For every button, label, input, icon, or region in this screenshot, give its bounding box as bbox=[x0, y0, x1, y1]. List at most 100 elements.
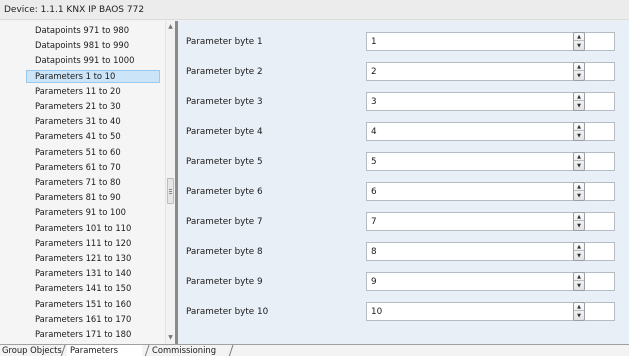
device-label: Device: 1.1.1 KNX IP BAOS 772 bbox=[4, 5, 145, 15]
parameter-value: 3 bbox=[371, 97, 377, 107]
spin-button-icon[interactable]: ▲ ▼ bbox=[573, 182, 585, 201]
parameter-row: Parameter byte 10 10 ▲ ▼ bbox=[178, 297, 629, 327]
tree-item[interactable]: Parameters 61 to 70 bbox=[26, 161, 160, 174]
tab-parameters[interactable]: Parameters bbox=[67, 345, 142, 356]
grip-line bbox=[169, 189, 172, 190]
tree-item[interactable]: Parameters 71 to 80 bbox=[26, 176, 160, 189]
tree-item[interactable]: Parameters 161 to 170 bbox=[26, 313, 160, 326]
spin-up-icon[interactable]: ▲ bbox=[574, 153, 584, 161]
parameter-value: 6 bbox=[371, 187, 377, 197]
parameter-label: Parameter byte 3 bbox=[186, 97, 263, 107]
spin-button-icon[interactable]: ▲ ▼ bbox=[573, 152, 585, 171]
tab-label: Commissioning bbox=[152, 345, 217, 355]
parameter-value: 10 bbox=[371, 307, 383, 317]
tree-item[interactable]: Datapoints 991 to 1000 bbox=[26, 54, 160, 67]
parameter-panel: Parameter byte 1 1 ▲ ▼ Parameter byte 2 2 ▲ ▼ Pa… bbox=[178, 21, 629, 344]
grip-line bbox=[169, 193, 172, 194]
parameter-label: Parameter byte 10 bbox=[186, 307, 269, 317]
parameter-row: Parameter byte 4 4 ▲ ▼ bbox=[178, 117, 629, 147]
tree-item[interactable]: Parameters 131 to 140 bbox=[26, 267, 160, 280]
spin-down-icon[interactable]: ▼ bbox=[574, 252, 584, 260]
spin-button-icon[interactable]: ▲ ▼ bbox=[573, 92, 585, 111]
spin-up-icon[interactable]: ▲ bbox=[574, 273, 584, 281]
parameter-value: 5 bbox=[371, 157, 377, 167]
spin-up-icon[interactable]: ▲ bbox=[574, 243, 584, 251]
spin-down-icon[interactable]: ▼ bbox=[574, 222, 584, 230]
tab-separator bbox=[60, 345, 66, 356]
parameter-label: Parameter byte 9 bbox=[186, 277, 263, 287]
parameter-row: Parameter byte 6 6 ▲ ▼ bbox=[178, 177, 629, 207]
spin-down-icon[interactable]: ▼ bbox=[574, 132, 584, 140]
spin-up-icon[interactable]: ▲ bbox=[574, 213, 584, 221]
scrollbar-thumb[interactable] bbox=[167, 178, 174, 204]
spin-down-icon[interactable]: ▼ bbox=[574, 162, 584, 170]
tree-scrollbar[interactable]: ▲ ▼ bbox=[165, 21, 175, 344]
tree-item[interactable]: Parameters 121 to 130 bbox=[26, 252, 160, 265]
tree-item[interactable]: Parameters 51 to 60 bbox=[26, 146, 160, 159]
spin-up-icon[interactable]: ▲ bbox=[574, 33, 584, 41]
bottom-tab-bar: Group Objects Parameters Commissioning bbox=[0, 344, 629, 356]
tree-item[interactable]: Parameters 31 to 40 bbox=[26, 115, 160, 128]
spin-down-icon[interactable]: ▼ bbox=[574, 312, 584, 320]
parameter-row: Parameter byte 1 1 ▲ ▼ bbox=[178, 27, 629, 57]
tree-item[interactable]: Parameters 151 to 160 bbox=[26, 298, 160, 311]
tree-item[interactable]: Parameters 101 to 110 bbox=[26, 222, 160, 235]
scroll-down-arrow-icon[interactable]: ▼ bbox=[166, 333, 175, 343]
tree-item[interactable]: Parameters 11 to 20 bbox=[26, 85, 160, 98]
spin-up-icon[interactable]: ▲ bbox=[574, 123, 584, 131]
parameter-value: 1 bbox=[371, 37, 377, 47]
spin-down-icon[interactable]: ▼ bbox=[574, 192, 584, 200]
spin-button-icon[interactable]: ▲ ▼ bbox=[573, 272, 585, 291]
device-header: Device: 1.1.1 KNX IP BAOS 772 bbox=[0, 0, 629, 20]
tab-commissioning[interactable]: Commissioning bbox=[152, 345, 216, 356]
grip-line bbox=[169, 191, 172, 192]
spin-button-icon[interactable]: ▲ ▼ bbox=[573, 32, 585, 51]
spin-down-icon[interactable]: ▼ bbox=[574, 102, 584, 110]
parameter-row: Parameter byte 5 5 ▲ ▼ bbox=[178, 147, 629, 177]
spin-up-icon[interactable]: ▲ bbox=[574, 183, 584, 191]
tab-separator bbox=[228, 345, 234, 356]
tab-label: Group Objects bbox=[2, 345, 62, 355]
parameter-label: Parameter byte 6 bbox=[186, 187, 263, 197]
tree-item[interactable]: Parameters 41 to 50 bbox=[26, 130, 160, 143]
spin-down-icon[interactable]: ▼ bbox=[574, 72, 584, 80]
spin-down-icon[interactable]: ▼ bbox=[574, 282, 584, 290]
spin-button-icon[interactable]: ▲ ▼ bbox=[573, 62, 585, 81]
spin-button-icon[interactable]: ▲ ▼ bbox=[573, 122, 585, 141]
parameter-label: Parameter byte 4 bbox=[186, 127, 263, 137]
tree-item[interactable]: Datapoints 981 to 990 bbox=[26, 39, 160, 52]
parameter-row: Parameter byte 8 8 ▲ ▼ bbox=[178, 237, 629, 267]
spin-down-icon[interactable]: ▼ bbox=[574, 42, 584, 50]
tree-item[interactable]: Parameters 1 to 10 bbox=[26, 69, 160, 83]
parameter-value: 9 bbox=[371, 277, 377, 287]
spin-button-icon[interactable]: ▲ ▼ bbox=[573, 212, 585, 231]
spin-up-icon[interactable]: ▲ bbox=[574, 303, 584, 311]
parameter-label: Parameter byte 8 bbox=[186, 247, 263, 257]
tree-item[interactable]: Parameters 81 to 90 bbox=[26, 191, 160, 204]
parameter-value: 4 bbox=[371, 127, 377, 137]
spin-button-icon[interactable]: ▲ ▼ bbox=[573, 302, 585, 321]
parameter-row: Parameter byte 9 9 ▲ ▼ bbox=[178, 267, 629, 297]
parameter-label: Parameter byte 1 bbox=[186, 37, 263, 47]
parameter-label: Parameter byte 2 bbox=[186, 67, 263, 77]
tab-label: Parameters bbox=[70, 345, 118, 355]
parameter-tree: Datapoints 971 to 980 Datapoints 981 to 9… bbox=[0, 21, 175, 344]
parameter-value: 8 bbox=[371, 247, 377, 257]
scroll-up-arrow-icon[interactable]: ▲ bbox=[166, 22, 175, 32]
tree-item[interactable]: Datapoints 971 to 980 bbox=[26, 24, 160, 37]
tab-group-objects[interactable]: Group Objects bbox=[2, 345, 62, 356]
spin-button-icon[interactable]: ▲ ▼ bbox=[573, 242, 585, 261]
spin-up-icon[interactable]: ▲ bbox=[574, 63, 584, 71]
tree-item[interactable]: Parameters 171 to 180 bbox=[26, 328, 160, 341]
tree-item[interactable]: Parameters 21 to 30 bbox=[26, 100, 160, 113]
parameter-row: Parameter byte 7 7 ▲ ▼ bbox=[178, 207, 629, 237]
parameter-label: Parameter byte 7 bbox=[186, 217, 263, 227]
spin-up-icon[interactable]: ▲ bbox=[574, 93, 584, 101]
parameter-value: 7 bbox=[371, 217, 377, 227]
tree-item[interactable]: Parameters 91 to 100 bbox=[26, 206, 160, 219]
tree-item[interactable]: Parameters 141 to 150 bbox=[26, 282, 160, 295]
parameter-label: Parameter byte 5 bbox=[186, 157, 263, 167]
tab-separator bbox=[144, 345, 150, 356]
tree-item[interactable]: Parameters 111 to 120 bbox=[26, 237, 160, 250]
parameter-value: 2 bbox=[371, 67, 377, 77]
